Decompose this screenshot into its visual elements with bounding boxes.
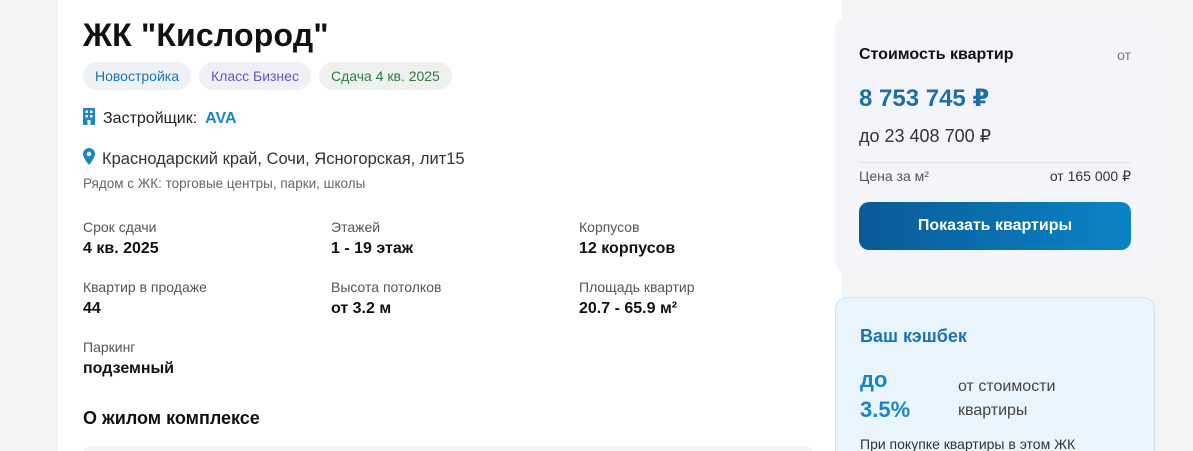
- spec-floors: Этажей 1 - 19 этаж: [331, 219, 571, 258]
- cashback-description: При покупке квартиры в этом ЖК: [860, 436, 1076, 451]
- about-section-title: О жилом комплексе: [83, 408, 260, 428]
- spec-value: 4 кв. 2025: [83, 240, 159, 257]
- spec-ceiling-height: Высота потолков от 3.2 м: [331, 279, 571, 318]
- complex-info-card: ЖК "Кислород" Новостройка Класс Бизнес С…: [58, 0, 842, 451]
- spec-label: Высота потолков: [331, 279, 442, 295]
- max-price: до 23 408 700 ₽: [859, 126, 992, 146]
- spec-label: Площадь квартир: [579, 279, 695, 295]
- divider: [859, 162, 1131, 163]
- spec-buildings: Корпусов 12 корпусов: [579, 219, 819, 258]
- developer-link[interactable]: AVA: [205, 110, 236, 128]
- cashback-note: от стоимости квартиры: [958, 378, 1056, 419]
- cashback-title: Ваш кэшбек: [860, 326, 967, 346]
- building-icon: [83, 108, 103, 130]
- spec-value: от 3.2 м: [331, 300, 392, 317]
- nearby-info: Рядом с ЖК: торговые центры, парки, школ…: [83, 176, 366, 191]
- location-pin-icon: [83, 148, 102, 170]
- badge-class: Класс Бизнес: [199, 62, 311, 90]
- badge-list: Новостройка Класс Бизнес Сдача 4 кв. 202…: [83, 62, 452, 90]
- show-apartments-button[interactable]: Показать квартиры: [859, 202, 1131, 250]
- developer-row: Застройщик: AVA: [83, 108, 237, 130]
- spec-value: 12 корпусов: [579, 240, 676, 257]
- spec-label: Срок сдачи: [83, 219, 157, 235]
- spec-value: подземный: [83, 360, 175, 377]
- spec-completion: Срок сдачи 4 кв. 2025: [83, 219, 323, 258]
- spec-label: Паркинг: [83, 339, 136, 355]
- price-card-title: Стоимость квартир: [859, 46, 1014, 63]
- price-per-sqm-value: от 165 000 ₽: [1049, 168, 1131, 184]
- address-row: Краснодарский край, Сочи, Ясногорская, л…: [83, 148, 465, 170]
- cashback-percent: до 3.5%: [860, 367, 911, 422]
- price-card: Стоимость квартир от 8 753 745 ₽ до 23 4…: [835, 18, 1155, 273]
- spec-label: Квартир в продаже: [83, 279, 207, 295]
- cashback-card: Ваш кэшбек до 3.5% от стоимости квартиры…: [835, 297, 1155, 451]
- spec-apartments-for-sale: Квартир в продаже 44: [83, 279, 323, 318]
- address-text: Краснодарский край, Сочи, Ясногорская, л…: [102, 149, 465, 168]
- badge-new-building: Новостройка: [83, 62, 191, 90]
- spec-value: 20.7 - 65.9 м²: [579, 300, 678, 317]
- spec-apartment-area: Площадь квартир 20.7 - 65.9 м²: [579, 279, 819, 318]
- price-per-sqm-label: Цена за м²: [859, 168, 929, 184]
- spec-label: Корпусов: [579, 219, 640, 235]
- developer-label: Застройщик:: [103, 110, 198, 127]
- price-from-label: от: [1117, 47, 1131, 63]
- min-price: 8 753 745 ₽: [859, 85, 990, 112]
- badge-completion: Сдача 4 кв. 2025: [318, 62, 452, 90]
- spec-label: Этажей: [331, 219, 381, 235]
- spec-parking: Паркинг подземный: [83, 339, 323, 378]
- page-title: ЖК "Кислород": [83, 17, 329, 53]
- about-section-box: [83, 446, 813, 451]
- spec-value: 1 - 19 этаж: [331, 240, 414, 257]
- spec-value: 44: [83, 300, 101, 317]
